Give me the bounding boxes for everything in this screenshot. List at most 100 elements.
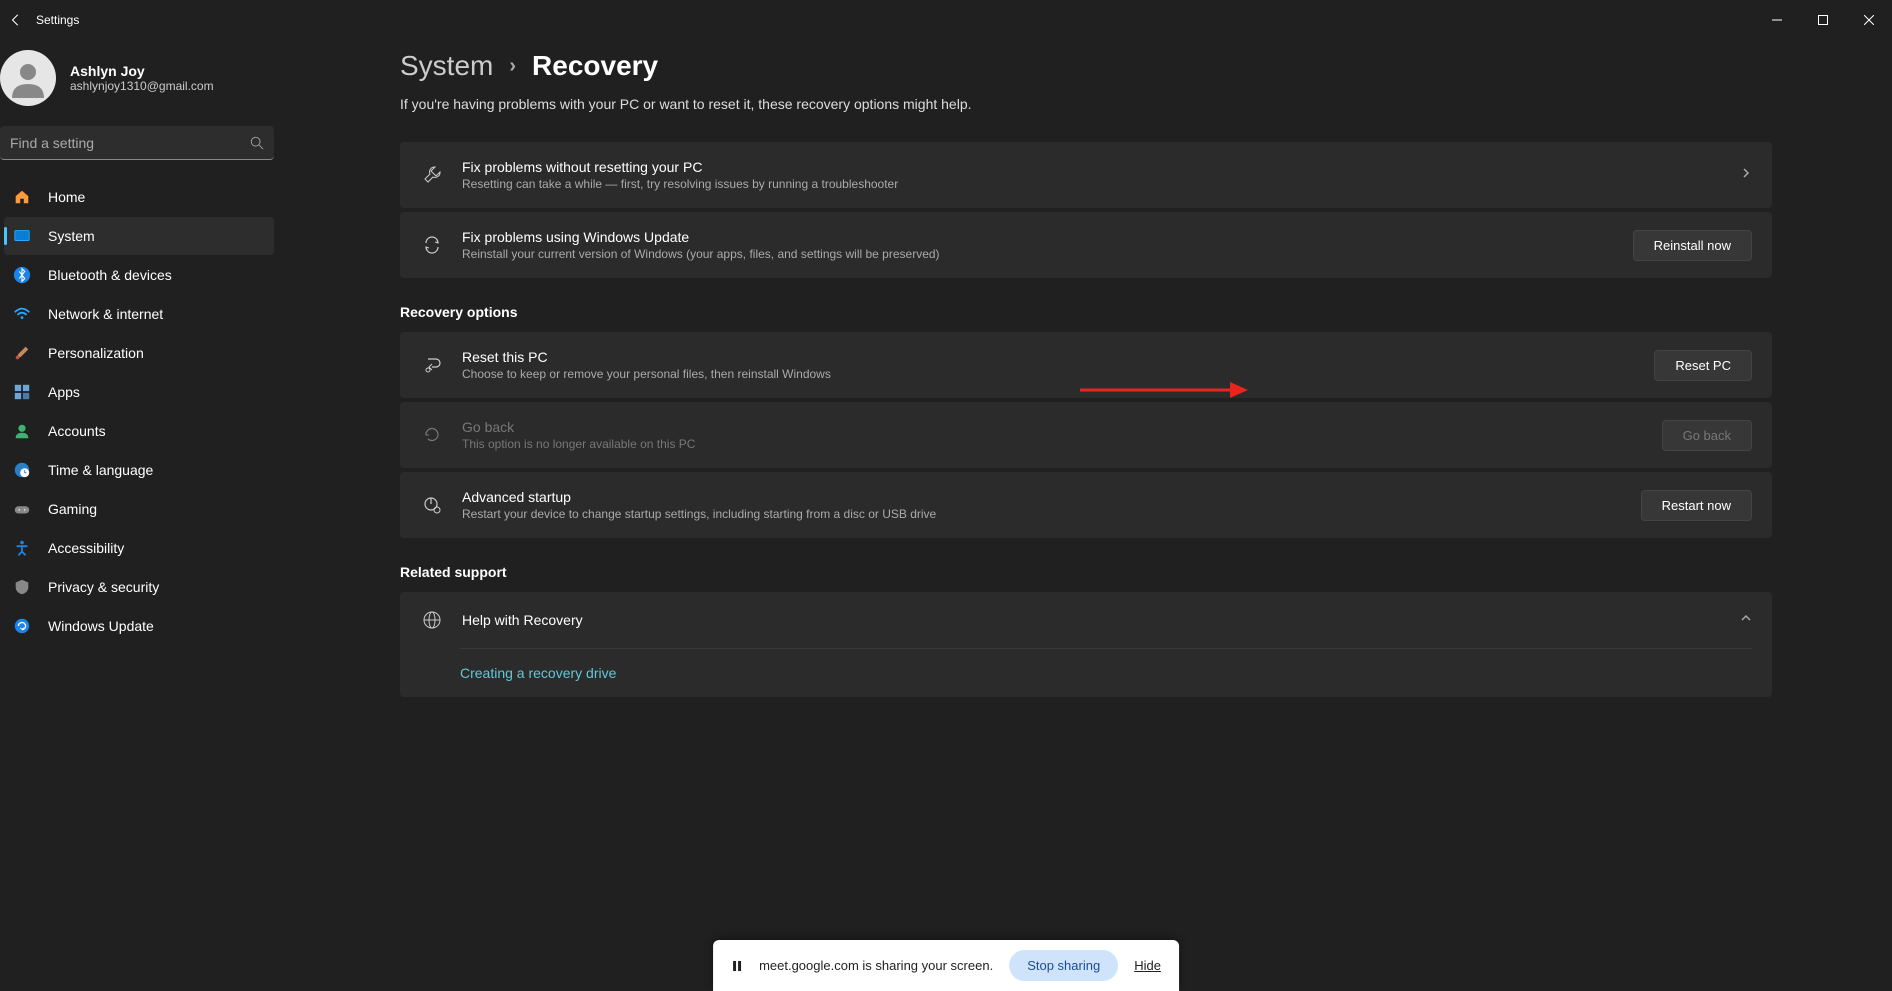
nav-label: Gaming (48, 501, 97, 517)
restart-now-button[interactable]: Restart now (1641, 490, 1752, 521)
section-recovery-options: Recovery options (400, 304, 1772, 320)
nav-label: Personalization (48, 345, 144, 361)
minimize-icon (1772, 15, 1782, 25)
shield-icon (12, 577, 32, 597)
titlebar: Settings (0, 0, 1892, 40)
power-gear-icon (420, 495, 444, 515)
sidebar-item-personalization[interactable]: Personalization (4, 334, 274, 372)
card-fix-without-reset[interactable]: Fix problems without resetting your PC R… (400, 142, 1772, 208)
system-icon (12, 226, 32, 246)
help-header[interactable]: Help with Recovery (400, 592, 1772, 648)
profile-email: ashlynjoy1310@gmail.com (70, 79, 214, 93)
sidebar-item-apps[interactable]: Apps (4, 373, 274, 411)
minimize-button[interactable] (1754, 0, 1800, 40)
chevron-right-icon (1740, 166, 1752, 184)
card-fix-windows-update: Fix problems using Windows Update Reinst… (400, 212, 1772, 278)
gamepad-icon (12, 499, 32, 519)
breadcrumb-parent[interactable]: System (400, 50, 493, 82)
card-sub: Reinstall your current version of Window… (462, 247, 1615, 261)
chevron-up-icon (1740, 611, 1752, 629)
stop-sharing-button[interactable]: Stop sharing (1009, 950, 1118, 981)
sidebar-item-privacy[interactable]: Privacy & security (4, 568, 274, 606)
search-box[interactable] (0, 126, 274, 160)
reinstall-now-button[interactable]: Reinstall now (1633, 230, 1752, 261)
nav-label: Bluetooth & devices (48, 267, 172, 283)
nav-label: Windows Update (48, 618, 154, 634)
hide-share-bar[interactable]: Hide (1134, 958, 1161, 973)
close-icon (1864, 15, 1874, 25)
sidebar: Ashlyn Joy ashlynjoy1310@gmail.com Home … (0, 40, 300, 991)
globe-help-icon (420, 610, 444, 630)
sidebar-item-accessibility[interactable]: Accessibility (4, 529, 274, 567)
breadcrumb: System › Recovery (400, 50, 1772, 82)
reset-icon (420, 355, 444, 375)
nav-label: Privacy & security (48, 579, 159, 595)
card-title: Go back (462, 419, 1644, 435)
arrow-left-icon (9, 13, 23, 27)
nav: Home System Bluetooth & devices Network … (0, 178, 300, 645)
sidebar-item-bluetooth[interactable]: Bluetooth & devices (4, 256, 274, 294)
sidebar-item-network[interactable]: Network & internet (4, 295, 274, 333)
avatar (0, 50, 56, 106)
nav-label: Network & internet (48, 306, 163, 322)
chevron-right-icon: › (509, 55, 516, 78)
wrench-icon (420, 165, 444, 185)
card-title: Fix problems using Windows Update (462, 229, 1615, 245)
help-title: Help with Recovery (462, 612, 1722, 628)
person-icon (8, 58, 48, 98)
apps-icon (12, 382, 32, 402)
nav-label: Accounts (48, 423, 106, 439)
sidebar-item-accounts[interactable]: Accounts (4, 412, 274, 450)
card-go-back: Go back This option is no longer availab… (400, 402, 1772, 468)
profile-block[interactable]: Ashlyn Joy ashlynjoy1310@gmail.com (0, 50, 300, 126)
card-reset-pc: Reset this PC Choose to keep or remove y… (400, 332, 1772, 398)
bluetooth-icon (12, 265, 32, 285)
card-sub: Restart your device to change startup se… (462, 507, 1623, 521)
card-advanced-startup: Advanced startup Restart your device to … (400, 472, 1772, 538)
titlebar-left: Settings (8, 12, 79, 28)
search-input[interactable] (10, 135, 250, 151)
nav-label: Accessibility (48, 540, 124, 556)
card-help-recovery: Help with Recovery Creating a recovery d… (400, 592, 1772, 697)
brush-icon (12, 343, 32, 363)
card-title: Advanced startup (462, 489, 1623, 505)
page-subtitle: If you're having problems with your PC o… (400, 96, 1772, 112)
window-controls (1754, 0, 1892, 40)
sidebar-item-system[interactable]: System (4, 217, 274, 255)
update-icon (12, 616, 32, 636)
section-related-support: Related support (400, 564, 1772, 580)
nav-label: Time & language (48, 462, 153, 478)
card-title: Reset this PC (462, 349, 1636, 365)
profile-name: Ashlyn Joy (70, 63, 214, 79)
back-button[interactable] (8, 12, 24, 28)
wifi-icon (12, 304, 32, 324)
nav-label: System (48, 228, 95, 244)
maximize-button[interactable] (1800, 0, 1846, 40)
accessibility-icon (12, 538, 32, 558)
reset-pc-button[interactable]: Reset PC (1654, 350, 1752, 381)
nav-label: Apps (48, 384, 80, 400)
globe-clock-icon (12, 460, 32, 480)
screen-share-bar: meet.google.com is sharing your screen. … (713, 940, 1179, 991)
breadcrumb-current: Recovery (532, 50, 658, 82)
card-sub: Choose to keep or remove your personal f… (462, 367, 1636, 381)
sidebar-item-windows-update[interactable]: Windows Update (4, 607, 274, 645)
sidebar-item-time-language[interactable]: Time & language (4, 451, 274, 489)
nav-label: Home (48, 189, 85, 205)
card-title: Fix problems without resetting your PC (462, 159, 1722, 175)
help-link-recovery-drive[interactable]: Creating a recovery drive (460, 648, 1752, 697)
maximize-icon (1818, 15, 1828, 25)
pause-icon[interactable] (731, 960, 743, 972)
main-content: System › Recovery If you're having probl… (300, 40, 1892, 991)
home-icon (12, 187, 32, 207)
accounts-icon (12, 421, 32, 441)
sync-icon (420, 235, 444, 255)
window-title: Settings (36, 13, 79, 27)
sidebar-item-home[interactable]: Home (4, 178, 274, 216)
search-icon (250, 136, 264, 150)
sidebar-item-gaming[interactable]: Gaming (4, 490, 274, 528)
close-button[interactable] (1846, 0, 1892, 40)
card-sub: This option is no longer available on th… (462, 437, 1644, 451)
share-text: meet.google.com is sharing your screen. (759, 958, 993, 973)
go-back-button: Go back (1662, 420, 1752, 451)
